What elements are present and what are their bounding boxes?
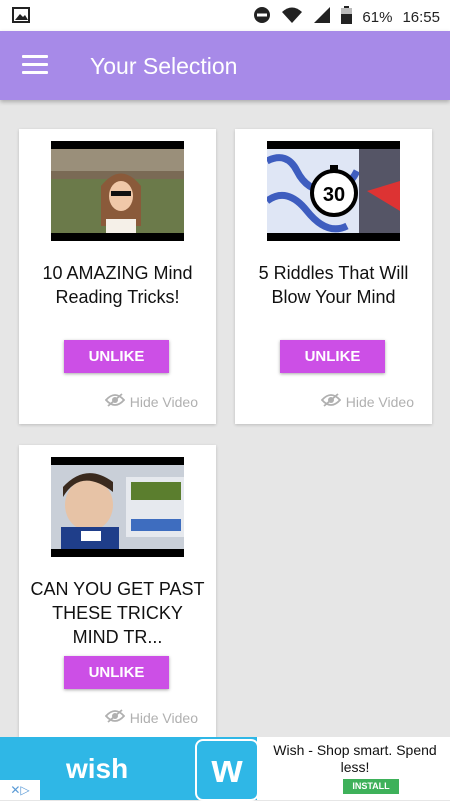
status-icons: 61% 16:55 bbox=[253, 6, 440, 28]
install-button[interactable]: INSTALL bbox=[343, 779, 399, 794]
video-thumbnail[interactable]: 30 bbox=[267, 141, 400, 241]
wish-logo: wish bbox=[66, 753, 129, 784]
dnd-icon bbox=[253, 6, 271, 28]
hide-video-button[interactable]: Hide Video bbox=[320, 393, 414, 410]
countdown-number: 30 bbox=[323, 184, 345, 206]
clock: 16:55 bbox=[402, 8, 440, 26]
status-bar: 61% 16:55 bbox=[0, 0, 450, 31]
video-card: 30 5 Riddles That Will Blow Your Mind UN… bbox=[235, 129, 432, 424]
unlike-button[interactable]: UNLIKE bbox=[64, 340, 169, 373]
hide-video-label: Hide Video bbox=[129, 393, 198, 410]
hide-video-label: Hide Video bbox=[129, 709, 198, 726]
battery-icon bbox=[341, 6, 353, 28]
page-title: Your Selection bbox=[90, 53, 238, 79]
video-card: 10 AMAZING Mind Reading Tricks! UNLIKE H… bbox=[19, 129, 216, 424]
signal-icon bbox=[313, 6, 331, 28]
eye-icon bbox=[320, 393, 341, 410]
wish-app-icon: w bbox=[195, 739, 259, 801]
hide-video-button[interactable]: Hide Video bbox=[104, 393, 198, 410]
wifi-icon bbox=[281, 6, 303, 28]
hide-video-label: Hide Video bbox=[345, 393, 414, 410]
ad-choices-icon[interactable]: ✕▷ bbox=[0, 780, 40, 800]
ad-text: Wish - Shop smart. Spend less! bbox=[273, 742, 437, 775]
ad-banner[interactable]: wish w Wish - Shop smart. Spend less! IN… bbox=[0, 737, 450, 801]
image-notification-icon bbox=[12, 7, 30, 27]
video-thumbnail[interactable] bbox=[51, 141, 184, 241]
menu-icon[interactable] bbox=[22, 55, 48, 75]
hide-video-button[interactable]: Hide Video bbox=[104, 709, 198, 726]
unlike-button[interactable]: UNLIKE bbox=[64, 656, 169, 689]
video-thumbnail[interactable] bbox=[51, 457, 184, 557]
video-title: 5 Riddles That Will Blow Your Mind bbox=[258, 263, 409, 307]
video-title: 10 AMAZING Mind Reading Tricks! bbox=[42, 263, 193, 307]
eye-icon bbox=[104, 709, 125, 726]
app-bar: Your Selection bbox=[0, 31, 450, 100]
ad-text-panel: Wish - Shop smart. Spend less! INSTALL bbox=[257, 737, 450, 800]
video-title: CAN YOU GET PAST THESE TRICKY MIND TR... bbox=[30, 579, 205, 647]
battery-percent: 61% bbox=[362, 8, 393, 26]
video-card: CAN YOU GET PAST THESE TRICKY MIND TR...… bbox=[19, 445, 216, 737]
unlike-button[interactable]: UNLIKE bbox=[280, 340, 385, 373]
eye-icon bbox=[104, 393, 125, 410]
